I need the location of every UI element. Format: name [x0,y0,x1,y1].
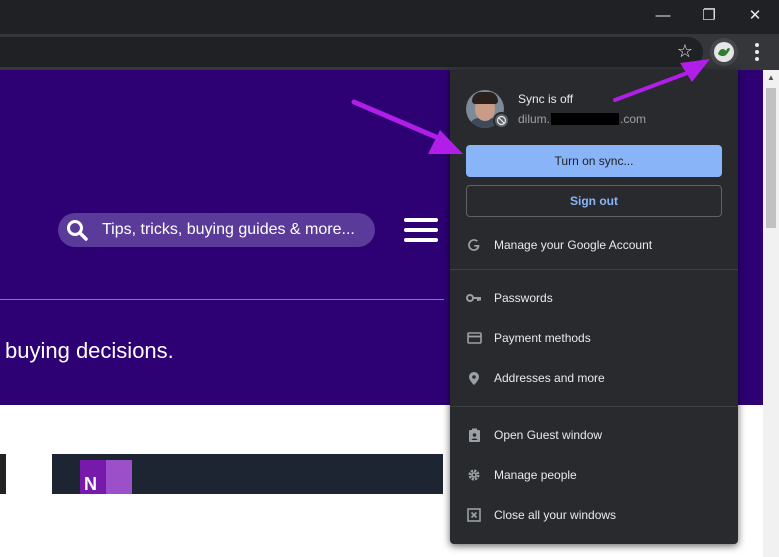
menu-item-passwords[interactable]: Passwords [450,280,738,316]
profile-avatar-icon [714,42,734,62]
account-email: dilum. .com [518,112,647,126]
turn-on-sync-button[interactable]: Turn on sync... [466,145,722,177]
search-icon [60,213,94,247]
hero-tagline: buying decisions. [5,338,174,363]
redaction-bar [551,113,620,125]
menu-item-guest-window[interactable]: Open Guest window [450,417,738,453]
restore-button[interactable]: ❐ [686,0,732,30]
menu-item-addresses[interactable]: Addresses and more [450,360,738,396]
profile-button[interactable] [710,38,738,66]
menu-item-label: Manage people [494,468,577,482]
onenote-logo-icon: N [80,460,132,494]
search-placeholder: Tips, tricks, buying guides & more... [102,221,355,238]
menu-item-payment-methods[interactable]: Payment methods [450,320,738,356]
gear-icon [466,467,482,483]
profile-menu: Sync is off dilum. .com Turn on sync... S… [450,70,738,544]
title-bar: — ❐ ✕ [0,0,779,34]
more-menu-icon[interactable] [748,40,766,64]
address-bar[interactable] [0,37,703,67]
menu-item-label: Manage your Google Account [494,238,653,252]
sync-status: Sync is off [518,92,574,106]
location-pin-icon [466,370,482,386]
sign-out-button[interactable]: Sign out [466,185,722,217]
scroll-up-arrow-icon[interactable]: ▲ [763,70,779,86]
menu-item-label: Open Guest window [494,428,603,442]
menu-divider [450,269,738,270]
guest-badge-icon [466,427,482,443]
menu-item-manage-account[interactable]: Manage your Google Account [450,227,738,263]
close-button[interactable]: ✕ [732,0,778,30]
hamburger-menu-icon[interactable] [404,218,440,242]
article-edge [0,454,6,494]
menu-item-label: Addresses and more [494,371,605,385]
article-thumbnail[interactable]: N [52,454,443,494]
browser-toolbar: ☆ [0,34,779,70]
site-search-input[interactable]: Tips, tricks, buying guides & more... [58,213,375,247]
scrollbar-thumb[interactable] [766,88,776,228]
menu-item-label: Passwords [494,291,553,305]
menu-item-manage-people[interactable]: Manage people [450,457,738,493]
menu-item-label: Close all your windows [494,508,617,522]
credit-card-icon [466,330,482,346]
minimize-button[interactable]: — [640,0,686,30]
menu-item-close-windows[interactable]: Close all your windows [450,497,738,533]
browser-screenshot: — ❐ ✕ ☆ Tips, tricks, buying guides & mo… [0,0,779,557]
google-g-icon [466,237,482,253]
sync-paused-icon [493,112,510,129]
menu-item-label: Payment methods [494,331,591,345]
key-icon [466,290,482,306]
close-window-icon [466,507,482,523]
bookmark-star-icon[interactable]: ☆ [674,40,696,62]
divider [0,299,444,300]
menu-divider [450,406,738,407]
